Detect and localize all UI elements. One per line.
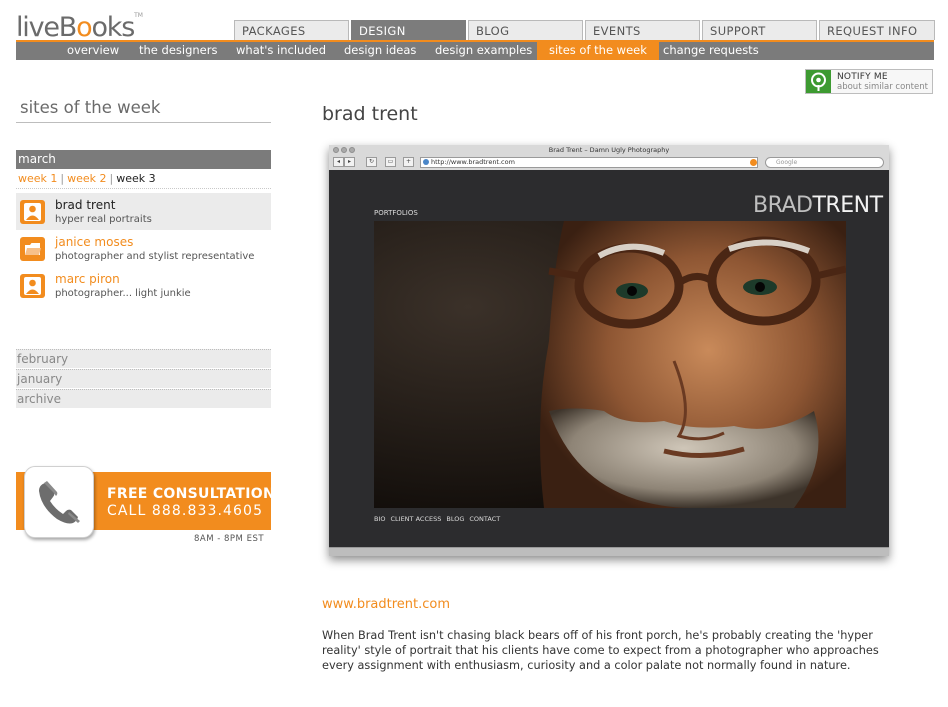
browser-content: PORTFOLIOS BRADTRENT BIO CLIENT ACCESS B… (329, 170, 889, 547)
subnav-design-examples[interactable]: design examples (423, 42, 544, 60)
forward-arrow-icon: ▸ (344, 157, 355, 167)
site-item-janice-moses[interactable]: janice moses photographer and stylist re… (16, 230, 271, 267)
month-header: march (16, 150, 271, 169)
browser-window-title: Brad Trent – Damn Ugly Photography (548, 146, 670, 154)
logo-text-a: liveB (16, 12, 77, 43)
site-desc: photographer and stylist representative (55, 251, 255, 262)
subnav-the-designers[interactable]: the designers (127, 42, 229, 60)
browser-search-placeholder: Google (776, 159, 798, 166)
logo-text-b: ks (106, 12, 136, 43)
month-label: march (18, 152, 56, 166)
person-icon (20, 200, 45, 224)
subnav-sites-of-the-week[interactable]: sites of the week (537, 42, 659, 60)
nav-blog: BLOG (446, 515, 465, 523)
tab-design[interactable]: DESIGN (351, 20, 466, 40)
livebooks-logo[interactable]: liveBooksTM (16, 12, 143, 43)
site-name: janice moses (55, 235, 134, 249)
past-label: february (17, 352, 69, 366)
person-icon (20, 274, 45, 298)
portfolios-link: PORTFOLIOS (374, 209, 418, 217)
notify-icon (806, 70, 831, 93)
past-label: archive (17, 392, 62, 406)
browser-status-bar (329, 547, 889, 556)
archive-link[interactable]: archive (16, 389, 271, 408)
bradtrent-nav: BIO CLIENT ACCESS BLOG CONTACT (374, 515, 505, 523)
nav-bio: BIO (374, 515, 386, 523)
browser-url: http://www.bradtrent.com (431, 158, 515, 166)
week-separator: | (109, 172, 114, 185)
rss-icon (750, 159, 757, 166)
weeks-divider (16, 188, 271, 189)
sidebar-title: sites of the week (20, 98, 161, 117)
logo-o-2: o (91, 12, 108, 43)
globe-icon (423, 159, 429, 165)
browser-chrome: Brad Trent – Damn Ugly Photography ◂ ▸ ↻… (329, 145, 889, 170)
week-2-link[interactable]: week 2 (67, 172, 106, 185)
notify-subtitle: about similar content (837, 82, 928, 92)
site-item-marc-piron[interactable]: marc piron photographer... light junkie (16, 267, 271, 304)
past-label: january (17, 372, 63, 386)
consultation-hours: 8AM - 8PM EST (194, 534, 265, 544)
site-desc: photographer... light junkie (55, 288, 191, 299)
notify-me-button[interactable]: NOTIFY ME about similar content (805, 69, 933, 94)
nav-client-access: CLIENT ACCESS (390, 515, 442, 523)
subnav-overview[interactable]: overview (55, 42, 131, 60)
portrait-photo (374, 221, 846, 508)
design-subnav: overview the designers what's included d… (16, 42, 934, 60)
page-title: brad trent (322, 103, 418, 125)
main-tabs: PACKAGES DESIGN BLOG EVENTS SUPPORT REQU… (234, 20, 937, 40)
past-month-february[interactable]: february (16, 349, 271, 368)
site-desc: hyper real portraits (55, 214, 152, 225)
week-selector: week 1 | week 2 | week 3 (18, 172, 156, 185)
bradtrent-brand: BRADTRENT (753, 193, 883, 218)
week-1-link[interactable]: week 1 (18, 172, 57, 185)
consultation-phone: CALL 888.833.4605 (107, 503, 264, 519)
site-name: brad trent (55, 198, 116, 212)
site-description: When Brad Trent isn't chasing black bear… (322, 629, 879, 672)
notify-title: NOTIFY ME (837, 72, 888, 82)
tab-packages[interactable]: PACKAGES (234, 20, 349, 40)
tab-blog[interactable]: BLOG (468, 20, 583, 40)
site-item-brad-trent[interactable]: brad trent hyper real portraits (16, 193, 271, 230)
phone-icon (24, 466, 94, 538)
sidebar-title-divider (16, 122, 271, 123)
screen-icon: ▭ (385, 157, 396, 167)
logo-tm: TM (134, 12, 143, 19)
brand-part-b: TRENT (812, 193, 883, 218)
past-month-january[interactable]: january (16, 369, 271, 388)
week-3-current[interactable]: week 3 (116, 172, 155, 185)
logo-o-1: o (76, 12, 93, 43)
brand-part-a: BRAD (753, 193, 813, 218)
week-separator: | (60, 172, 65, 185)
reload-icon: ↻ (366, 157, 377, 167)
add-bookmark-icon: + (403, 157, 414, 167)
site-name: marc piron (55, 272, 120, 286)
consultation-title: FREE CONSULTATION (107, 486, 275, 502)
subnav-change-requests[interactable]: change requests (651, 42, 771, 60)
folder-icon (20, 237, 45, 261)
subnav-whats-included[interactable]: what's included (224, 42, 338, 60)
tab-request-info[interactable]: REQUEST INFO (819, 20, 935, 40)
back-arrow-icon: ◂ (333, 157, 344, 167)
nav-contact: CONTACT (469, 515, 501, 523)
site-screenshot: Brad Trent – Damn Ugly Photography ◂ ▸ ↻… (329, 145, 889, 556)
subnav-design-ideas[interactable]: design ideas (332, 42, 428, 60)
tab-support[interactable]: SUPPORT (702, 20, 817, 40)
tab-events[interactable]: EVENTS (585, 20, 700, 40)
browser-search-box: Google (765, 157, 884, 168)
site-url-link[interactable]: www.bradtrent.com (322, 597, 450, 612)
browser-url-bar: http://www.bradtrent.com (420, 157, 758, 168)
